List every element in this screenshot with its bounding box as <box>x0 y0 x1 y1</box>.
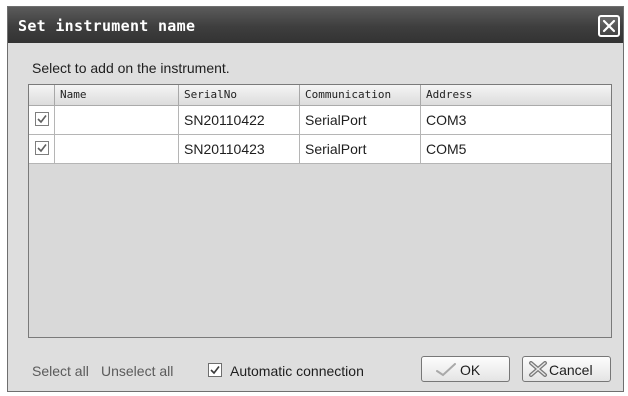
address-cell: COM5 <box>420 135 611 163</box>
communication-cell: SerialPort <box>299 135 420 163</box>
set-instrument-name-dialog: Set instrument name Select to add on the… <box>7 6 624 392</box>
name-cell[interactable] <box>54 106 178 134</box>
cancel-icon <box>529 361 547 377</box>
title-bar[interactable]: Set instrument name <box>8 7 623 43</box>
unselect-all-link[interactable]: Unselect all <box>101 363 173 379</box>
row-check-cell[interactable] <box>29 106 54 134</box>
header-address[interactable]: Address <box>420 85 611 105</box>
close-button[interactable] <box>598 15 620 37</box>
checkmark-icon <box>436 363 456 377</box>
table-header: Name SerialNo Communication Address <box>29 85 611 106</box>
table-body: SN20110422 SerialPort COM3 SN20110423 Se… <box>29 106 611 164</box>
dialog-title: Set instrument name <box>18 17 196 35</box>
serialno-cell: SN20110422 <box>178 106 299 134</box>
header-serialno[interactable]: SerialNo <box>178 85 299 105</box>
serialno-cell: SN20110423 <box>178 135 299 163</box>
communication-cell: SerialPort <box>299 106 420 134</box>
ok-button-label: OK <box>460 362 481 378</box>
check-icon <box>210 366 220 375</box>
close-icon <box>602 19 616 33</box>
row-checkbox[interactable] <box>35 141 49 155</box>
instrument-table: Name SerialNo Communication Address SN20… <box>28 84 612 338</box>
header-communication[interactable]: Communication <box>299 85 420 105</box>
automatic-connection-checkbox[interactable] <box>208 363 222 377</box>
row-check-cell[interactable] <box>29 135 54 163</box>
select-all-link[interactable]: Select all <box>32 363 89 379</box>
table-row[interactable]: SN20110423 SerialPort COM5 <box>29 135 611 164</box>
instruction-text: Select to add on the instrument. <box>32 60 230 76</box>
cancel-button-label: Cancel <box>549 362 593 378</box>
check-icon <box>37 115 47 124</box>
table-row[interactable]: SN20110422 SerialPort COM3 <box>29 106 611 135</box>
name-cell[interactable] <box>54 135 178 163</box>
automatic-connection-label: Automatic connection <box>230 363 364 379</box>
address-cell: COM3 <box>420 106 611 134</box>
check-icon <box>37 144 47 153</box>
ok-button[interactable]: OK <box>421 356 510 382</box>
cancel-button[interactable]: Cancel <box>522 356 611 382</box>
header-check-column[interactable] <box>29 85 54 105</box>
row-checkbox[interactable] <box>35 112 49 126</box>
header-name[interactable]: Name <box>54 85 178 105</box>
